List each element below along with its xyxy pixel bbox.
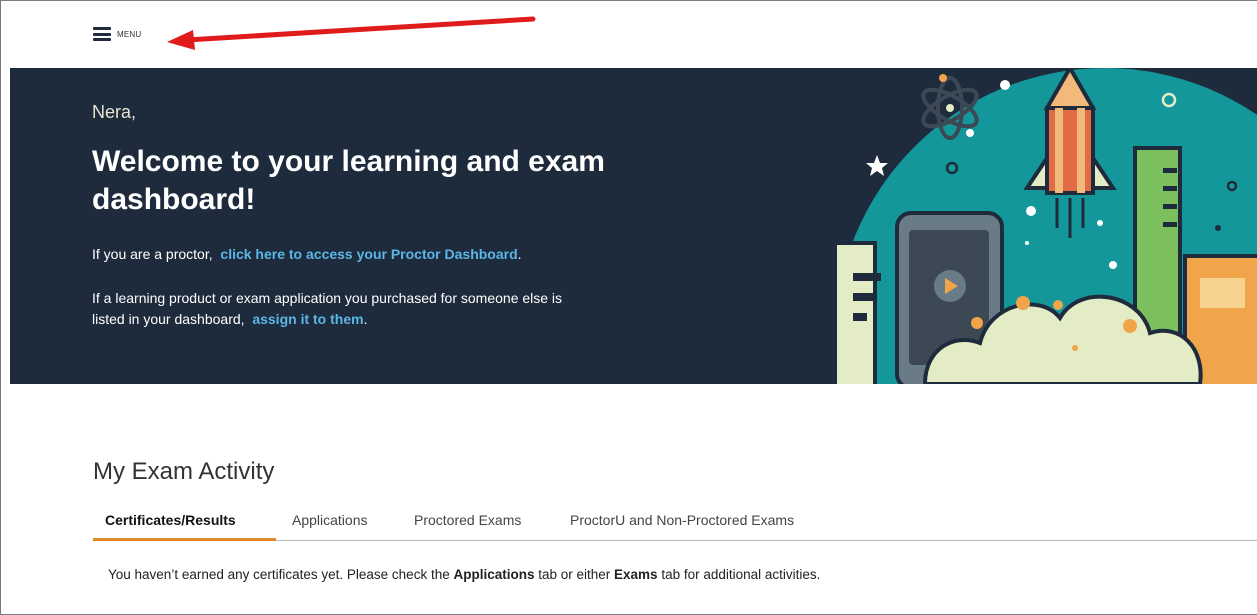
assign-link[interactable]: assign it to them bbox=[252, 311, 363, 327]
proctor-suffix: . bbox=[517, 246, 522, 262]
greeting: Nera, bbox=[92, 102, 137, 122]
message-part-1: You haven’t earned any certificates yet.… bbox=[108, 567, 454, 582]
tab-proctored-exams[interactable]: Proctored Exams bbox=[414, 512, 521, 528]
message-part-3: tab for additional activities. bbox=[657, 567, 821, 582]
message-part-2: tab or either bbox=[534, 567, 615, 582]
tab-applications[interactable]: Applications bbox=[292, 512, 368, 528]
message-exams-bold: Exams bbox=[614, 567, 658, 582]
proctor-dashboard-link[interactable]: click here to access your Proctor Dashbo… bbox=[220, 246, 517, 262]
exam-activity-tabs: Certificates/Results Applications Procto… bbox=[93, 502, 1257, 541]
red-arrow-annotation bbox=[167, 16, 536, 50]
hero-banner: Nera, Welcome to your learning and exam … bbox=[10, 68, 1257, 384]
no-certificates-message: You haven’t earned any certificates yet.… bbox=[108, 567, 820, 582]
tab-proctoru-non-proctored-exams[interactable]: ProctorU and Non-Proctored Exams bbox=[570, 512, 794, 528]
menu-label: MENU bbox=[117, 29, 142, 39]
assign-text: If a learning product or exam applicatio… bbox=[92, 288, 592, 330]
rocket-illustration bbox=[833, 68, 1257, 384]
proctor-prefix: If you are a proctor, bbox=[92, 246, 213, 262]
assign-suffix: . bbox=[363, 311, 368, 327]
top-bar: MENU bbox=[0, 0, 1257, 68]
tab-certificates-results[interactable]: Certificates/Results bbox=[105, 512, 236, 528]
exam-activity-title: My Exam Activity bbox=[93, 458, 275, 485]
message-applications-bold: Applications bbox=[453, 567, 535, 582]
proctor-text: If you are a proctor, click here to acce… bbox=[92, 246, 522, 262]
welcome-title: Welcome to your learning and exam dashbo… bbox=[92, 145, 605, 216]
active-tab-indicator bbox=[93, 538, 276, 541]
hamburger-icon bbox=[93, 27, 111, 41]
menu-button[interactable]: MENU bbox=[93, 27, 141, 41]
